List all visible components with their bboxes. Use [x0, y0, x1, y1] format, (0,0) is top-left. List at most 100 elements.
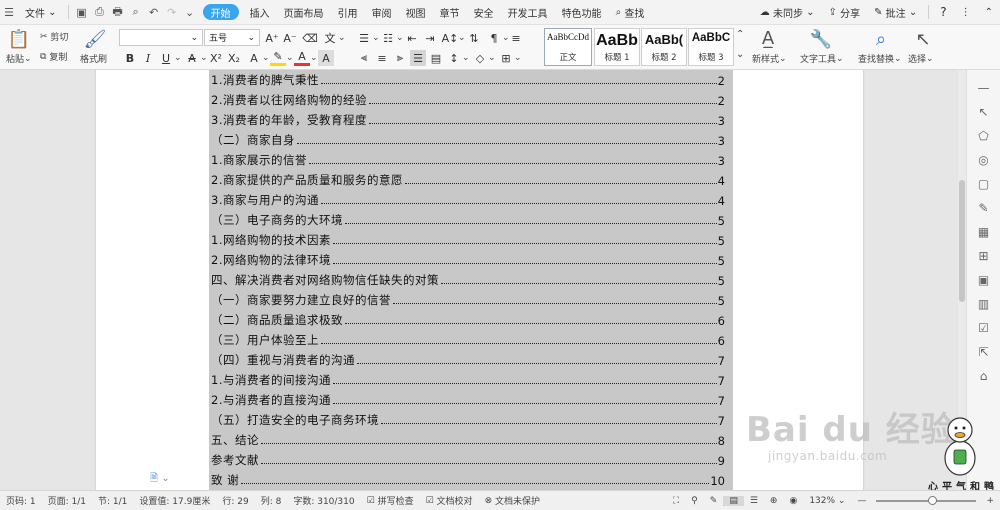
tab-review[interactable]: 审阅 [365, 0, 399, 25]
style-heading-3[interactable]: AaBbC 标题 3 [688, 28, 734, 66]
sync-button[interactable]: ☁ 未同步 ⌄ [753, 0, 822, 25]
toc-entry[interactable]: 2.与消费者的直接沟通 7 [211, 388, 725, 408]
justify-icon[interactable]: ☰ [410, 50, 426, 66]
borders-icon[interactable]: ⊞ ⌄ [498, 50, 521, 66]
increase-indent-icon[interactable]: ⇥ [422, 30, 438, 46]
customize-quick-access-icon[interactable]: ⌄ [181, 0, 199, 25]
tab-home[interactable]: 开始 [202, 4, 239, 20]
new-style-button[interactable]: 新样式 ⌄ [752, 52, 787, 66]
chinese-layout-icon[interactable]: A↕ ⌄ [442, 30, 466, 46]
style-heading-2[interactable]: AaBb( 标题 2 [641, 28, 687, 66]
toc-entry[interactable]: 2.网络购物的法律环境 5 [211, 248, 725, 268]
toc-entry[interactable]: 1.消费者的脾气秉性 2 [211, 70, 725, 88]
font-color-icon[interactable]: A ⌄ [294, 50, 318, 66]
more-options-icon[interactable]: ⋮ [954, 0, 978, 25]
edit-mode-icon[interactable]: ✎ [704, 496, 724, 506]
distributed-icon[interactable]: ▤ [428, 50, 444, 66]
toc-entry[interactable]: 2.消费者以往网络购物的经验 2 [211, 88, 725, 108]
apps-icon[interactable]: ▣ [974, 268, 994, 292]
grow-font-icon[interactable]: A⁺ [264, 30, 280, 46]
toc-entry[interactable]: 1.网络购物的技术因素 5 [211, 228, 725, 248]
font-size-select[interactable]: 五号 ⌄ [204, 29, 260, 46]
proofread-button[interactable]: ☑ 文档校对 [420, 494, 479, 508]
table-icon[interactable]: ▦ [974, 220, 994, 244]
numbered-list-icon[interactable]: ☷ ⌄ [380, 30, 403, 46]
zoom-value[interactable]: 132% ⌄ [803, 496, 851, 506]
highlight-icon[interactable]: ✎ ⌄ [270, 50, 294, 66]
char-shading-icon[interactable]: A [318, 50, 334, 66]
subscript-icon[interactable]: X₂ [226, 50, 242, 66]
toc-entry[interactable]: 3.商家与用户的沟通 4 [211, 188, 725, 208]
toc-entry[interactable]: 3.消费者的年龄，受教育程度 3 [211, 108, 725, 128]
export-pdf-icon[interactable]: ⎙ [91, 0, 109, 25]
shrink-font-icon[interactable]: A⁻ [282, 30, 298, 46]
location-icon[interactable]: ◎ [974, 148, 994, 172]
eye-protection-icon[interactable]: ◉ [783, 496, 803, 506]
toc-entry[interactable]: 2.商家提供的产品质量和服务的意愿 4 [211, 168, 725, 188]
status-pages[interactable]: 页面: 1/1 [42, 494, 92, 507]
toc-entry[interactable]: 参考文献 9 [211, 448, 725, 468]
styles-scroll-icon[interactable]: ⌃ [736, 29, 744, 40]
spellcheck-button[interactable]: ☑ 拼写检查 [361, 494, 420, 508]
paste-icon[interactable]: 📋 [8, 28, 30, 50]
copy-button[interactable]: ⧉ 复制 [40, 50, 67, 64]
toc-entry[interactable]: （三）用户体验至上 6 [211, 328, 725, 348]
toc-entry[interactable]: （五）打造安全的电子商务环境 7 [211, 408, 725, 428]
grid-icon[interactable]: ⊞ [974, 244, 994, 268]
tab-developer[interactable]: 开发工具 [501, 0, 555, 25]
share-button[interactable]: ⇪ 分享 [822, 0, 868, 25]
bold-icon[interactable]: B [122, 50, 138, 66]
format-painter-button[interactable]: 格式刷 [80, 52, 107, 65]
share-out-icon[interactable]: ⇱ [974, 340, 994, 364]
superscript-icon[interactable]: X² [208, 50, 224, 66]
tab-insert[interactable]: 插入 [243, 0, 277, 25]
focus-mode-icon[interactable]: ⚲ [685, 496, 704, 506]
select-button[interactable]: 选择 ⌄ [908, 52, 934, 66]
find-replace-icon[interactable]: ⌕ [870, 28, 892, 50]
save-icon[interactable]: ▣ [73, 0, 91, 25]
fullscreen-icon[interactable]: ⛶ [667, 496, 685, 506]
undo-icon[interactable]: ↶ [145, 0, 163, 25]
select-icon[interactable]: ↖ [912, 28, 934, 50]
document-check-icon[interactable]: ☑ [974, 316, 994, 340]
bullet-list-icon[interactable]: ☰ ⌄ [356, 30, 379, 46]
sort-icon[interactable]: ⇅ [466, 30, 482, 46]
shading-icon[interactable]: ◇ ⌄ [472, 50, 496, 66]
select-pointer-icon[interactable]: ↖ [974, 100, 994, 124]
underline-icon[interactable]: U ⌄ [158, 50, 182, 66]
italic-icon[interactable]: I [140, 50, 156, 66]
collapse-ribbon-icon[interactable]: ⌃ [978, 0, 1000, 25]
tab-features[interactable]: 特色功能 [555, 0, 609, 25]
align-left-icon[interactable]: ⫷ [356, 50, 372, 66]
more-paragraph-icon[interactable]: ≡ [508, 30, 524, 46]
cut-button[interactable]: ✂ 剪切 [40, 30, 68, 44]
toc-entry[interactable]: 1.商家展示的信誉 3 [211, 148, 725, 168]
paste-button[interactable]: 粘贴 ⌄ [6, 52, 32, 66]
shape-icon[interactable]: ⬠ [974, 124, 994, 148]
page-view-icon[interactable]: ▤ [723, 495, 744, 506]
redo-icon[interactable]: ↷ [163, 0, 181, 25]
font-family-select[interactable]: ⌄ [119, 29, 203, 46]
align-right-icon[interactable]: ⫸ [392, 50, 408, 66]
tab-page-layout[interactable]: 页面布局 [277, 0, 331, 25]
minimize-panel-icon[interactable]: — [974, 76, 994, 100]
toc-entry[interactable]: 四、解决消费者对网络购物信任缺失的对策 5 [211, 268, 725, 288]
strikethrough-icon[interactable]: A ⌄ [184, 50, 207, 66]
toc-entry[interactable]: 1.与消费者的间接沟通 7 [211, 368, 725, 388]
file-menu[interactable]: 文件 ⌄ [18, 0, 64, 25]
document-area[interactable]: 1.消费者的脾气秉性 2 2.消费者以往网络购物的经验 2 3.消费者的年龄，受教育程度… [0, 70, 958, 490]
image-icon[interactable]: ▢ [974, 172, 994, 196]
outline-view-icon[interactable]: ☰ [744, 496, 764, 506]
tab-security[interactable]: 安全 [467, 0, 501, 25]
zoom-slider[interactable] [876, 495, 977, 505]
print-preview-icon[interactable]: ⌕ [127, 0, 145, 25]
toc-entry[interactable]: 五、结论 8 [211, 428, 725, 448]
styles-more-icon[interactable]: ⌄ [736, 49, 744, 60]
phonetic-guide-icon[interactable]: 文 ⌄ [322, 30, 346, 46]
text-tools-button[interactable]: 文字工具 ⌄ [800, 52, 844, 66]
find-replace-button[interactable]: 查找替换 ⌄ [858, 52, 902, 66]
toc-entry[interactable]: （一）商家要努力建立良好的信誉 5 [211, 288, 725, 308]
toc-entry[interactable]: 致 谢 10 [211, 468, 725, 488]
scrollbar-thumb[interactable] [959, 180, 965, 302]
decrease-indent-icon[interactable]: ⇤ [404, 30, 420, 46]
